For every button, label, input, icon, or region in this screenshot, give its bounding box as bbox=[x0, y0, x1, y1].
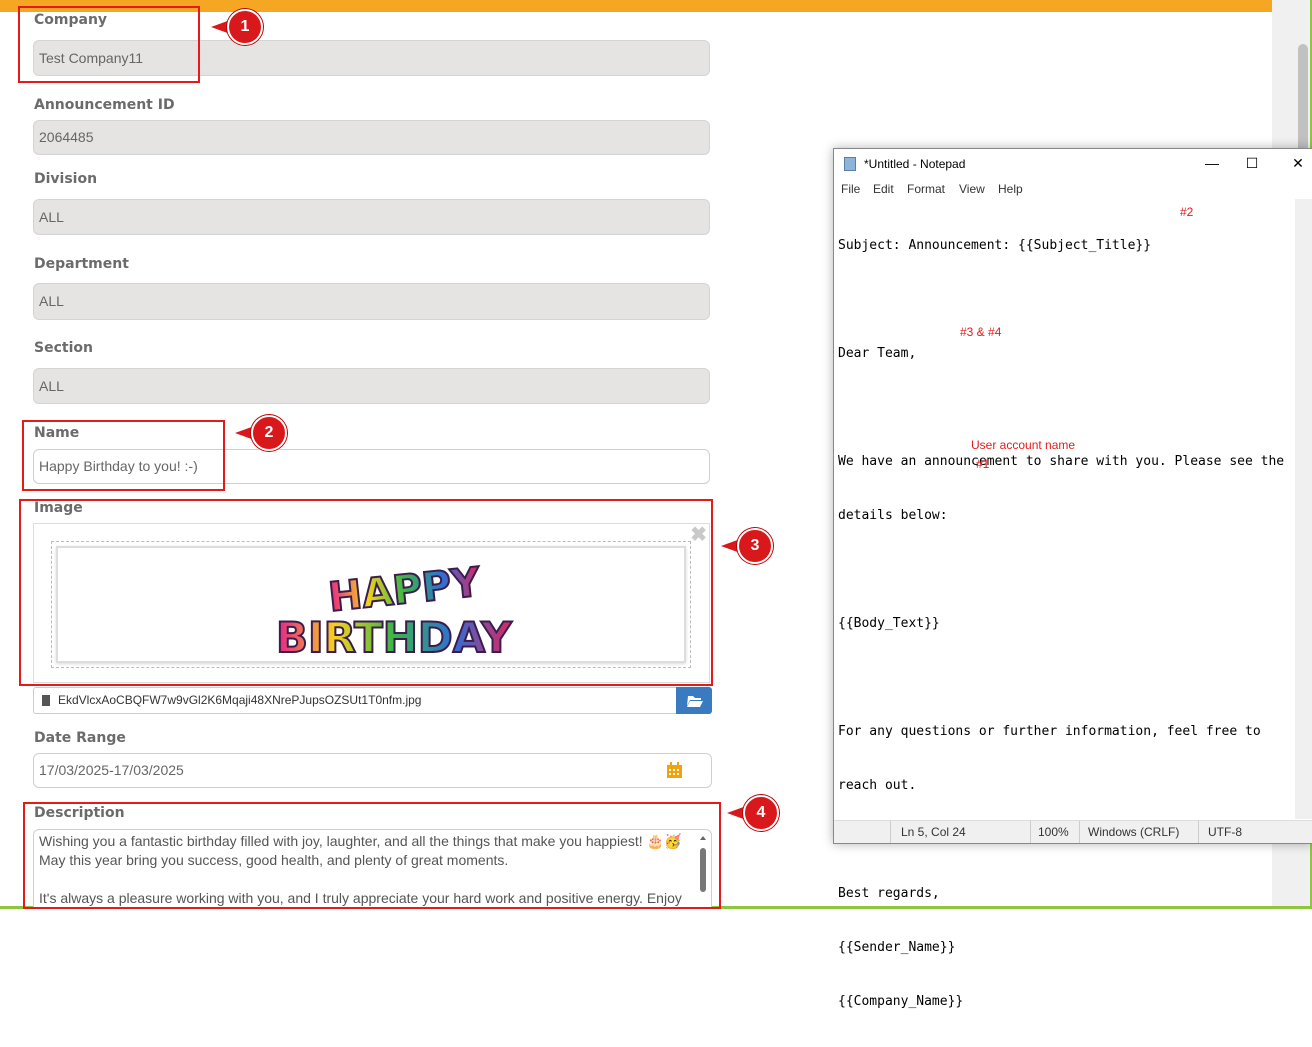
svg-text:HAPPY: HAPPY bbox=[326, 559, 483, 621]
status-position: Ln 5, Col 24 bbox=[901, 825, 966, 839]
image-preview-panel: ✖ HAPPY BIRTHDAY bbox=[33, 523, 710, 683]
status-line-ending: Windows (CRLF) bbox=[1088, 825, 1180, 839]
folder-open-icon bbox=[687, 696, 703, 707]
text-line: For any questions or further information… bbox=[838, 724, 1261, 739]
status-encoding: UTF-8 bbox=[1208, 825, 1242, 839]
date-range-input[interactable]: 17/03/2025-17/03/2025 bbox=[33, 753, 712, 788]
notepad-menu-bar: File Edit Format View Help bbox=[834, 179, 1312, 199]
description-line: Wishing you a fantastic birthday filled … bbox=[39, 833, 682, 849]
department-label: Department bbox=[34, 256, 129, 272]
status-zoom: 100% bbox=[1038, 825, 1069, 839]
text-line: {{Body_Text}} bbox=[838, 616, 940, 631]
description-textarea[interactable]: Wishing you a fantastic birthday filled … bbox=[33, 829, 712, 909]
calendar-icon[interactable] bbox=[666, 762, 683, 779]
menu-format[interactable]: Format bbox=[907, 182, 945, 196]
division-field: ALL bbox=[33, 199, 710, 235]
company-field: Test Company11 bbox=[33, 40, 710, 76]
annotation-marker-2: 2 bbox=[235, 415, 287, 451]
company-label: Company bbox=[34, 12, 108, 28]
description-line: May this year bring you success, good he… bbox=[39, 852, 509, 868]
description-label: Description bbox=[34, 805, 125, 821]
notepad-title-bar[interactable]: *Untitled - Notepad — ☐ ✕ bbox=[834, 149, 1312, 179]
maximize-icon[interactable]: ☐ bbox=[1240, 153, 1264, 173]
annotation-marker-3: 3 bbox=[721, 528, 773, 564]
notepad-title: *Untitled - Notepad bbox=[864, 157, 966, 171]
annotation-marker-1: 1 bbox=[211, 9, 263, 45]
notepad-scrollbar[interactable] bbox=[1295, 199, 1312, 819]
notepad-window[interactable]: *Untitled - Notepad — ☐ ✕ File Edit Form… bbox=[833, 148, 1312, 1009]
text-line: Best regards, bbox=[838, 886, 940, 901]
date-range-label: Date Range bbox=[34, 730, 126, 746]
text-line: Dear Team, bbox=[838, 346, 917, 361]
textarea-scrollbar[interactable] bbox=[697, 832, 709, 908]
section-field: ALL bbox=[33, 368, 710, 404]
svg-text:BIRTHDAY: BIRTHDAY bbox=[276, 613, 512, 662]
text-line: We have an announcement to share with yo… bbox=[838, 454, 1285, 469]
notepad-status-bar: Ln 5, Col 24 100% Windows (CRLF) UTF-8 bbox=[834, 820, 1312, 843]
text-line: details below: bbox=[838, 508, 948, 523]
announcement-id-field: 2064485 bbox=[33, 120, 710, 155]
happy-birthday-graphic: HAPPY BIRTHDAY bbox=[275, 558, 513, 663]
image-frame: HAPPY BIRTHDAY bbox=[51, 541, 691, 668]
section-label: Section bbox=[34, 340, 93, 356]
top-accent-bar bbox=[0, 0, 1272, 12]
name-input[interactable]: Happy Birthday to you! :-) bbox=[33, 449, 710, 484]
image-label: Image bbox=[34, 500, 83, 516]
notepad-text-area[interactable]: Subject: Announcement: {{Subject_Title}}… bbox=[838, 201, 1293, 1009]
annotation-subject: #2 bbox=[1180, 205, 1194, 219]
image-filename-field[interactable]: EkdVlcxAoCBQFW7w9vGl2K6Mqaji48XNrePJupsO… bbox=[33, 687, 676, 714]
page-scrollbar-thumb[interactable] bbox=[1298, 44, 1308, 156]
birthday-image: HAPPY BIRTHDAY bbox=[56, 546, 686, 663]
close-icon[interactable]: ✕ bbox=[1286, 153, 1310, 173]
annotation-sender: User account name bbox=[971, 438, 1076, 452]
remove-image-icon[interactable]: ✖ bbox=[690, 522, 707, 547]
minimize-icon[interactable]: — bbox=[1200, 153, 1224, 173]
text-line: reach out. bbox=[838, 778, 917, 793]
image-filename: EkdVlcxAoCBQFW7w9vGl2K6Mqaji48XNrePJupsO… bbox=[58, 693, 422, 707]
text-line: Subject: Announcement: {{Subject_Title}} bbox=[838, 238, 1152, 253]
notepad-icon bbox=[844, 157, 856, 171]
annotation-body: #3 & #4 bbox=[960, 325, 1002, 339]
text-line: {{Sender_Name}} bbox=[838, 940, 956, 955]
file-icon bbox=[42, 695, 50, 706]
menu-view[interactable]: View bbox=[959, 182, 985, 196]
announcement-id-label: Announcement ID bbox=[34, 97, 175, 113]
menu-file[interactable]: File bbox=[841, 182, 860, 196]
browse-file-button[interactable] bbox=[676, 687, 712, 714]
annotation-company: #1 bbox=[976, 457, 990, 471]
text-line: {{Company_Name}} bbox=[838, 994, 964, 1009]
description-line: It's always a pleasure working with you,… bbox=[39, 890, 682, 906]
menu-edit[interactable]: Edit bbox=[873, 182, 894, 196]
name-label: Name bbox=[34, 425, 80, 441]
department-field: ALL bbox=[33, 283, 710, 320]
menu-help[interactable]: Help bbox=[998, 182, 1023, 196]
annotation-marker-4: 4 bbox=[727, 795, 779, 831]
division-label: Division bbox=[34, 171, 98, 187]
